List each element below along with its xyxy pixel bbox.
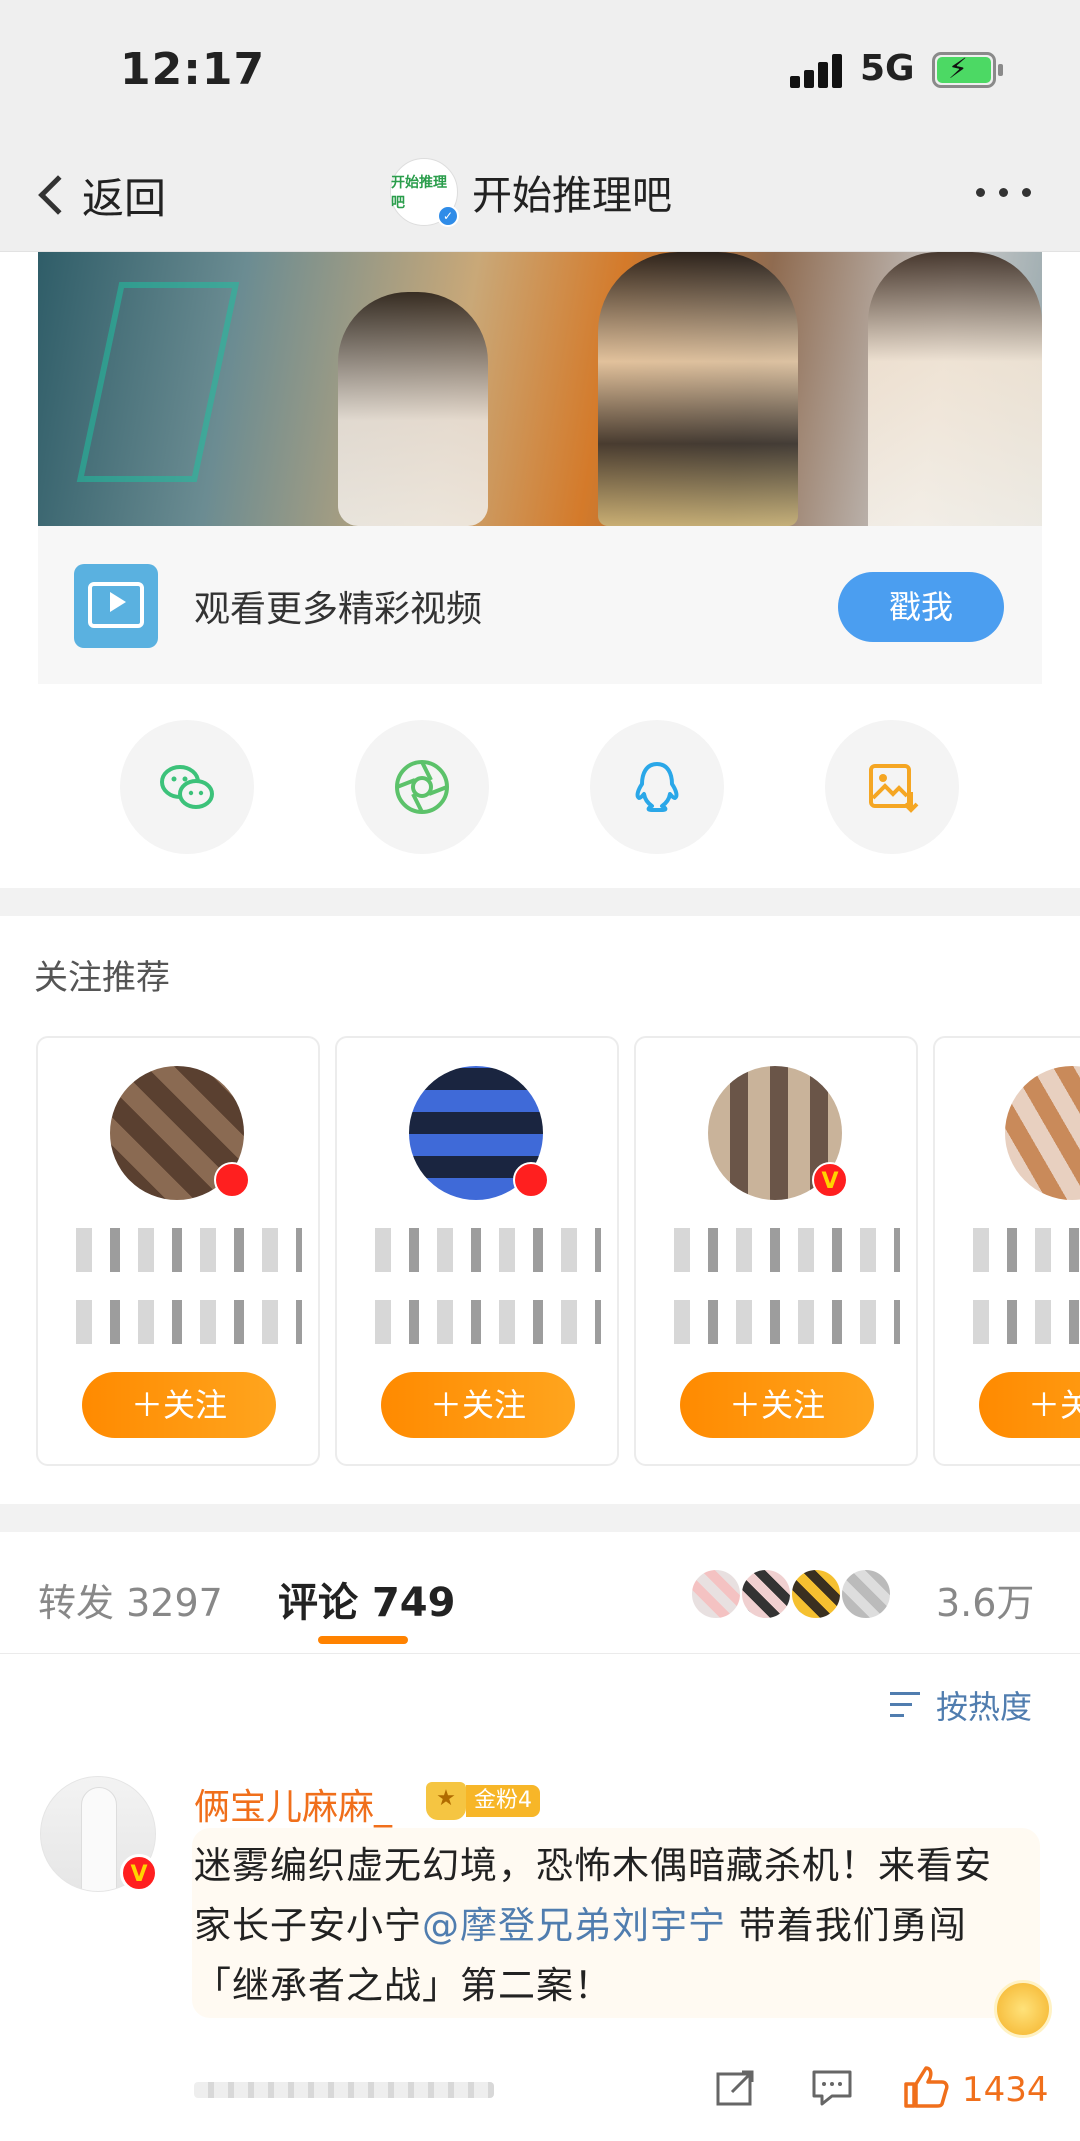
video-banner-image[interactable] bbox=[38, 252, 1042, 526]
verified-icon: V bbox=[120, 1854, 158, 1892]
sort-label: 按热度 bbox=[936, 1688, 1033, 1726]
more-options-icon[interactable] bbox=[976, 188, 1031, 197]
tab-repost[interactable]: 转发 3297 bbox=[38, 1572, 223, 1627]
nav-bar: 返回 开始推理吧 ✓ 开始推理吧 bbox=[0, 140, 1080, 252]
verified-icon: V bbox=[812, 1162, 848, 1198]
like-count[interactable]: 3.6万 bbox=[936, 1572, 1034, 1627]
network-type: 5G bbox=[860, 48, 915, 89]
chevron-left-icon bbox=[38, 175, 78, 215]
follow-button[interactable]: ＋关注 bbox=[979, 1372, 1080, 1438]
tab-repost-count: 3297 bbox=[126, 1581, 223, 1625]
account-name: 开始推理吧 bbox=[472, 173, 672, 219]
comment-actions: 1434 bbox=[0, 2060, 1080, 2120]
recommend-card[interactable]: ＋关注 bbox=[335, 1036, 619, 1466]
recommend-card[interactable]: ＋关注 bbox=[933, 1036, 1080, 1466]
follow-button[interactable]: ＋关注 bbox=[381, 1372, 575, 1438]
qq-icon[interactable] bbox=[590, 720, 724, 854]
more-videos-text: 观看更多精彩视频 bbox=[194, 589, 483, 630]
fan-badge[interactable]: 金粉4 bbox=[426, 1782, 540, 1820]
commenter-name[interactable]: 俩宝儿麻麻_ bbox=[194, 1778, 392, 1830]
weibo-post-detail-page: 12:17 5G ⚡ 返回 开始推理吧 ✓ 开始推理吧 观看更多精彩视频 戳我 … bbox=[0, 0, 1080, 2141]
more-videos-bar[interactable]: 观看更多精彩视频 戳我 bbox=[38, 526, 1042, 684]
medal-icon bbox=[994, 1980, 1052, 2038]
comment-text: 迷雾编织虚无幻境，恐怖木偶暗藏杀机！来看安家长子安小宁@摩登兄弟刘宇宁 带着我们… bbox=[194, 1836, 1024, 2016]
like-thumb-icon[interactable] bbox=[902, 2064, 950, 2110]
share-icon[interactable] bbox=[714, 2068, 758, 2108]
tab-repost-label: 转发 bbox=[38, 1581, 115, 1625]
comment-meta bbox=[194, 2082, 494, 2098]
liker-avatars[interactable] bbox=[690, 1568, 892, 1620]
mention-link[interactable]: @摩登兄弟刘宇宁 bbox=[422, 1904, 726, 1947]
section-divider bbox=[0, 1504, 1080, 1532]
share-row bbox=[0, 720, 1080, 860]
tab-comment-label: 评论 bbox=[278, 1580, 358, 1626]
status-bar: 12:17 5G ⚡ bbox=[0, 0, 1080, 140]
follow-button[interactable]: ＋关注 bbox=[680, 1372, 874, 1438]
post-tabs: 转发 3297 评论 749 3.6万 bbox=[0, 1532, 1080, 1654]
follow-button[interactable]: ＋关注 bbox=[82, 1372, 276, 1438]
save-image-icon[interactable] bbox=[825, 720, 959, 854]
comment-like-count[interactable]: 1434 bbox=[962, 2070, 1049, 2110]
sort-icon bbox=[890, 1690, 926, 1720]
video-icon bbox=[74, 564, 158, 648]
tab-comment-count: 749 bbox=[371, 1580, 456, 1626]
verified-icon: ✓ bbox=[437, 205, 459, 227]
sort-by-hot-button[interactable]: 按热度 bbox=[890, 1682, 1032, 1728]
wechat-icon[interactable] bbox=[120, 720, 254, 854]
recommend-card[interactable]: V ＋关注 bbox=[634, 1036, 918, 1466]
avatar[interactable] bbox=[1005, 1066, 1080, 1200]
battery-icon: ⚡ bbox=[932, 52, 1003, 88]
account-header[interactable]: 开始推理吧 ✓ 开始推理吧 bbox=[390, 158, 672, 227]
recommend-title: 关注推荐 bbox=[34, 958, 170, 998]
tab-comment[interactable]: 评论 749 bbox=[278, 1570, 455, 1628]
status-time: 12:17 bbox=[120, 44, 266, 95]
section-divider bbox=[0, 888, 1080, 916]
crown-icon bbox=[426, 1782, 466, 1820]
account-avatar[interactable]: 开始推理吧 ✓ bbox=[390, 158, 459, 227]
poke-me-button[interactable]: 戳我 bbox=[838, 572, 1004, 642]
back-label: 返回 bbox=[82, 173, 167, 223]
verified-icon bbox=[513, 1162, 549, 1198]
active-tab-indicator bbox=[318, 1636, 408, 1644]
reply-icon[interactable] bbox=[810, 2068, 854, 2108]
fan-badge-label: 金粉4 bbox=[466, 1785, 540, 1817]
recommend-card[interactable]: ＋关注 bbox=[36, 1036, 320, 1466]
moments-icon[interactable] bbox=[355, 720, 489, 854]
signal-icon bbox=[790, 52, 846, 88]
verified-icon bbox=[214, 1162, 250, 1198]
back-button[interactable]: 返回 bbox=[30, 160, 166, 230]
